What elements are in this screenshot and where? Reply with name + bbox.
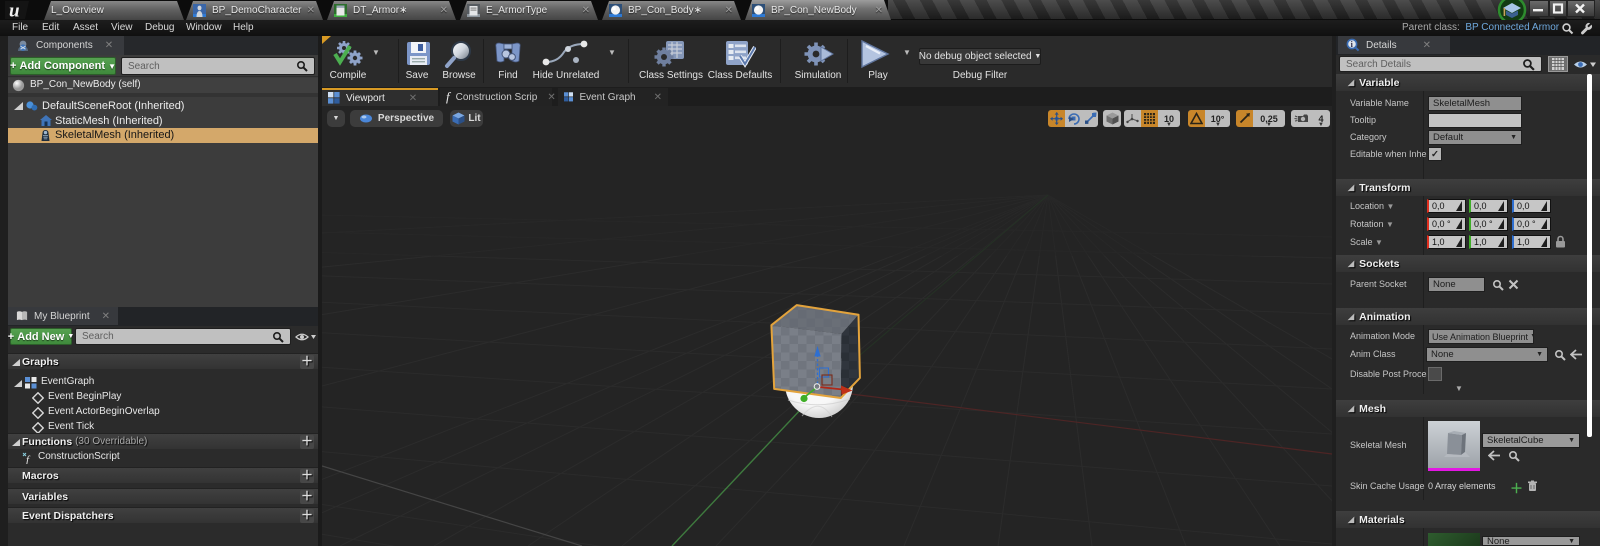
svg-text:u: u <box>9 1 20 21</box>
svg-text:f: f <box>26 454 31 464</box>
